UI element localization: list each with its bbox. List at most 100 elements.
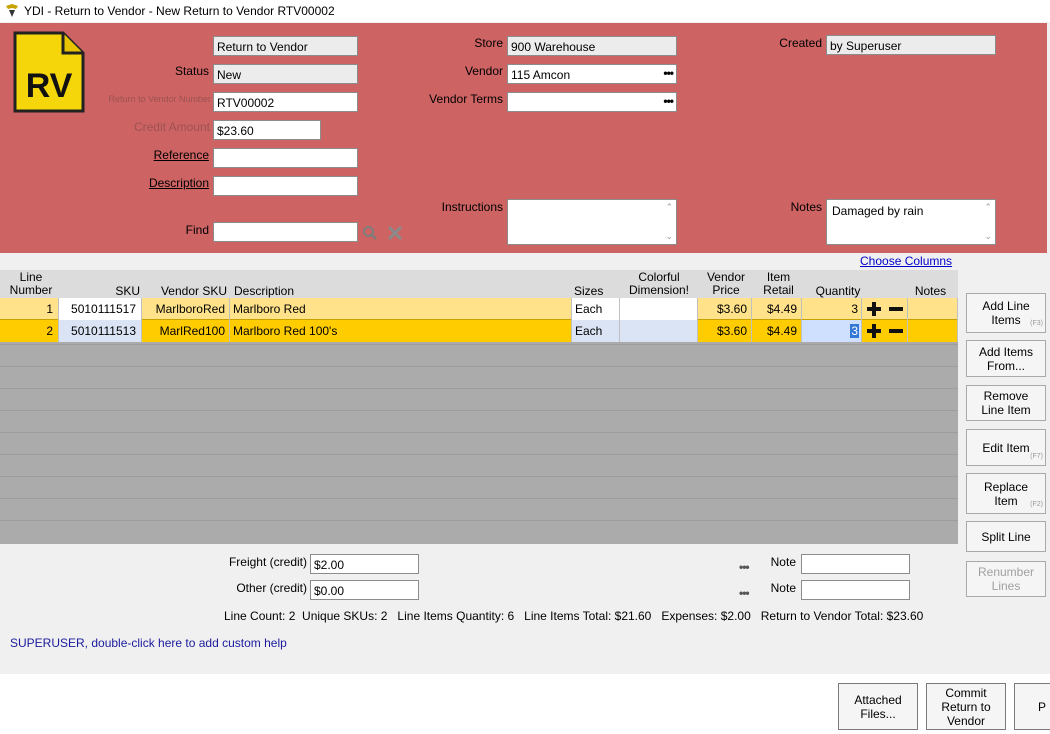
freight-field[interactable]: $2.00 (310, 554, 419, 574)
vendor-terms-label: Vendor Terms (429, 92, 503, 106)
other-field[interactable]: $0.00 (310, 580, 419, 600)
scroll-down-icon[interactable]: ⌄ (665, 231, 673, 242)
notes-value: Damaged by rain (832, 204, 924, 218)
note1-label: Note (770, 555, 796, 569)
vendor-terms-lookup-button[interactable]: ••• (663, 95, 674, 107)
cell-qty-controls (862, 320, 908, 342)
scroll-up-icon[interactable]: ⌃ (665, 202, 673, 213)
cell-sku: 5010111517 (59, 298, 142, 320)
window-title: YDI - Return to Vendor - New Return to V… (24, 4, 335, 18)
cell-quantity[interactable]: 3 (802, 298, 862, 320)
add-line-items-button[interactable]: Add Line Items (F3) (966, 293, 1046, 333)
credit-amount-label: Credit Amount (133, 120, 210, 134)
empty-row (0, 476, 958, 498)
notes-textarea[interactable]: Damaged by rain ⌃ ⌄ (826, 199, 996, 245)
cell-vendor-price: $3.60 (698, 320, 752, 342)
partial-button-label: P (1037, 699, 1046, 714)
note2-field[interactable] (801, 580, 910, 600)
cell-description: Marlboro Red (230, 298, 572, 320)
description-field[interactable] (213, 176, 358, 196)
edit-item-label: Edit Item (982, 440, 1030, 455)
col-quantity[interactable]: Quantity (803, 285, 873, 298)
col-colorful-dimension[interactable]: Colorful Dimension! (620, 271, 698, 297)
note2-expand-button[interactable]: ••• (739, 586, 750, 600)
partial-button[interactable]: P (1014, 683, 1050, 730)
split-line-button[interactable]: Split Line (966, 521, 1046, 552)
empty-row (0, 344, 958, 366)
choose-columns-link[interactable]: Choose Columns (860, 254, 952, 268)
cell-line: 1 (0, 298, 59, 320)
cell-size: Each (572, 298, 620, 320)
add-items-from-label: Add Items From... (978, 344, 1034, 373)
col-item-retail[interactable]: Item Retail (756, 271, 801, 297)
renumber-lines-button[interactable]: Renumber Lines (966, 561, 1046, 597)
col-sizes[interactable]: Sizes (574, 285, 619, 298)
vendor-label: Vendor (464, 64, 503, 78)
replace-item-button[interactable]: Replace Item (F2) (966, 473, 1046, 514)
scroll-up-icon[interactable]: ⌃ (984, 202, 992, 213)
search-icon[interactable] (362, 225, 378, 241)
col-notes[interactable]: Notes (908, 285, 953, 298)
vendor-lookup-button[interactable]: ••• (663, 67, 674, 79)
col-vendor-sku[interactable]: Vendor SKU (145, 285, 227, 298)
created-field: by Superuser (826, 35, 996, 55)
cell-notes (908, 320, 958, 342)
remove-line-item-label: Remove Line Item (981, 389, 1031, 417)
cell-item-retail: $4.49 (752, 298, 802, 320)
cell-vendor-price: $3.60 (698, 298, 752, 320)
rtv-number-label: Return to Vendor Number (108, 94, 211, 104)
find-label: Find (185, 223, 209, 237)
description-label: Description (148, 176, 209, 190)
header-panel: RV Return to Vendor Status New Return to… (0, 23, 1047, 253)
custom-help-text[interactable]: SUPERUSER, double-click here to add cust… (10, 636, 287, 650)
edit-item-button[interactable]: Edit Item (F7) (966, 429, 1046, 466)
created-label: Created (779, 36, 822, 50)
col-sku[interactable]: SKU (60, 285, 140, 298)
col-description[interactable]: Description (234, 285, 354, 298)
find-input[interactable] (213, 222, 358, 242)
hotkey-hint: (F2) (1030, 501, 1043, 508)
col-line-number[interactable]: Line Number (4, 271, 58, 297)
app-logo-icon (6, 4, 18, 17)
note1-expand-button[interactable]: ••• (739, 560, 750, 574)
hotkey-hint: (F7) (1030, 453, 1043, 460)
cell-description: Marlboro Red 100's (230, 320, 572, 342)
add-items-from-button[interactable]: Add Items From... (966, 340, 1046, 377)
empty-row (0, 410, 958, 432)
col-vendor-price[interactable]: Vendor Price (700, 271, 752, 297)
replace-item-label: Replace Item (983, 479, 1029, 508)
empty-row (0, 366, 958, 388)
clear-icon[interactable] (387, 225, 403, 241)
note1-field[interactable] (801, 554, 910, 574)
vendor-terms-field[interactable]: ••• (507, 92, 677, 112)
credit-amount-field[interactable]: $23.60 (213, 120, 321, 140)
store-label: Store (474, 36, 503, 50)
instructions-label: Instructions (441, 200, 503, 214)
cell-colorful (620, 320, 698, 342)
remove-line-item-button[interactable]: Remove Line Item (966, 385, 1046, 421)
renumber-lines-label: Renumber Lines (977, 565, 1035, 593)
attached-files-button[interactable]: Attached Files... (838, 683, 918, 730)
reference-field[interactable] (213, 148, 358, 168)
hotkey-hint: (F3) (1030, 320, 1043, 327)
empty-row (0, 388, 958, 410)
cell-quantity-editing[interactable]: 3 (802, 320, 862, 342)
commit-return-label: Commit Return to Vendor (941, 685, 991, 728)
scroll-down-icon[interactable]: ⌄ (984, 231, 992, 242)
instructions-textarea[interactable]: ⌃ ⌄ (507, 199, 677, 245)
cell-item-retail: $4.49 (752, 320, 802, 342)
vendor-value: 115 Amcon (511, 68, 571, 82)
cell-vendor-sku: MarlboroRed (142, 298, 230, 320)
quantity-selected-text[interactable]: 3 (850, 324, 859, 338)
empty-row (0, 498, 958, 520)
commit-return-button[interactable]: Commit Return to Vendor (926, 683, 1006, 730)
cell-line: 2 (0, 320, 59, 342)
rtv-number-field[interactable]: RTV00002 (213, 92, 358, 112)
table-row[interactable]: 1 5010111517 MarlboroRed Marlboro Red Ea… (0, 298, 958, 320)
note2-label: Note (770, 581, 796, 595)
empty-row (0, 454, 958, 476)
totals-summary: Line Count: 2 Unique SKUs: 2 Line Items … (224, 609, 924, 623)
vendor-field[interactable]: 115 Amcon ••• (507, 64, 677, 84)
other-label: Other (credit) (236, 581, 307, 595)
table-row[interactable]: 2 5010111513 MarlRed100 Marlboro Red 100… (0, 320, 958, 342)
